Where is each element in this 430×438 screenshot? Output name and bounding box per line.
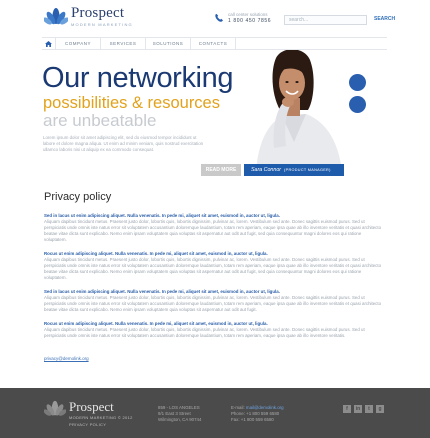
footer-email-link[interactable]: mail@demolink.org xyxy=(246,405,284,410)
search-input[interactable]: search... xyxy=(284,15,367,25)
person-name: Sara Connor xyxy=(251,167,282,173)
hero-person-photo xyxy=(256,50,342,172)
search-button[interactable]: SEARCH xyxy=(374,16,395,22)
slider-dot-1[interactable] xyxy=(349,74,366,91)
footer-logo[interactable]: Prospect MODERN MARKETING © 2012 PRIVACY… xyxy=(44,400,133,427)
paragraph-body: Aliquam dapibus tincidunt metus. Praesen… xyxy=(44,219,382,242)
page-title: Privacy policy xyxy=(44,191,112,203)
hero-slider: Our networking possibilities & resources… xyxy=(0,50,430,176)
social-links: f in t g xyxy=(343,405,387,413)
policy-paragraph: Sed in lacus ut enim adipiscing aliquet.… xyxy=(44,289,384,313)
footer-privacy-link[interactable]: PRIVACY POLICY xyxy=(69,422,133,427)
footer-contact: E-mail: mail@demolink.org Phone: +1 800 … xyxy=(231,405,284,423)
paragraph-body: Aliquam dapibus tincidunt metus. Praesen… xyxy=(44,295,382,312)
callcenter-info: call center solutions 1 800 450 7856 xyxy=(214,12,271,25)
nav-item-services[interactable]: SERVICES xyxy=(101,38,146,49)
nav-item-solutions[interactable]: SOLUTIONS xyxy=(146,38,191,49)
footer-brand: Prospect xyxy=(69,399,114,414)
slider-dot-2[interactable] xyxy=(349,96,366,113)
main-nav: COMPANY SERVICES SOLUTIONS CONTACTS xyxy=(42,37,387,50)
hero-tagline: are unbeatable xyxy=(43,111,157,130)
footer-address: 859 - LOS ANGELES 9/1 East 3 Street Wilm… xyxy=(158,405,201,423)
read-more-button[interactable]: READ MORE xyxy=(201,164,241,176)
slider-pagination xyxy=(349,74,366,118)
nav-home[interactable] xyxy=(42,38,56,49)
main-content: Privacy policy Sed in lacus ut enim adip… xyxy=(44,190,384,365)
hero-description: Lorem ipsum dolor sit amet adipiscing el… xyxy=(43,135,204,153)
linkedin-icon[interactable]: in xyxy=(354,405,362,413)
logo-subtitle: MODERN MARKETING xyxy=(71,22,133,27)
twitter-icon[interactable]: t xyxy=(365,405,373,413)
email-label: E-mail: xyxy=(231,405,245,410)
home-icon xyxy=(45,40,52,47)
phone-icon xyxy=(215,14,223,22)
policy-paragraph: Sed in lacus ut enim adipiscing aliquet.… xyxy=(44,213,384,243)
address-line: Wilmington, CA 90744 xyxy=(158,417,202,422)
hero-headline: Our networking xyxy=(42,62,234,94)
footer-fax: Fax: +1 800 559 6580 xyxy=(231,417,274,422)
person-role: (PRODUCT MANAGER) xyxy=(284,168,331,172)
logo[interactable]: Prospect MODERN MARKETING xyxy=(44,6,133,27)
hero-subheadline: possibilities & resources xyxy=(43,94,220,112)
site-header: Prospect MODERN MARKETING call center so… xyxy=(0,0,430,37)
lotus-logo-icon xyxy=(44,400,66,416)
facebook-icon[interactable]: f xyxy=(343,405,351,413)
callcenter-number: 1 800 450 7856 xyxy=(228,18,272,24)
logo-title: Prospect xyxy=(71,5,125,21)
paragraph-body: Aliquam dapibus tincidunt metus. Praesen… xyxy=(44,257,382,280)
site-footer: Prospect MODERN MARKETING © 2012 PRIVACY… xyxy=(0,388,430,438)
nav-item-contacts[interactable]: CONTACTS xyxy=(191,38,236,49)
nav-item-company[interactable]: COMPANY xyxy=(56,38,101,49)
paragraph-body: Aliquam dapibus tincidunt metus. Praesen… xyxy=(44,327,365,338)
googleplus-icon[interactable]: g xyxy=(376,405,384,413)
footer-copyright: MODERN MARKETING © 2012 xyxy=(69,415,133,420)
privacy-email-link[interactable]: privacy@demolink.org xyxy=(44,356,89,361)
lotus-logo-icon xyxy=(44,7,68,25)
person-name-tag: Sara Connor (PRODUCT MANAGER) xyxy=(244,164,344,176)
policy-paragraph: Rocus ut enim adipiscing aliquet. Nulla … xyxy=(44,321,384,339)
policy-paragraph: Rocus ut enim adipiscing aliquet. Nulla … xyxy=(44,251,384,281)
